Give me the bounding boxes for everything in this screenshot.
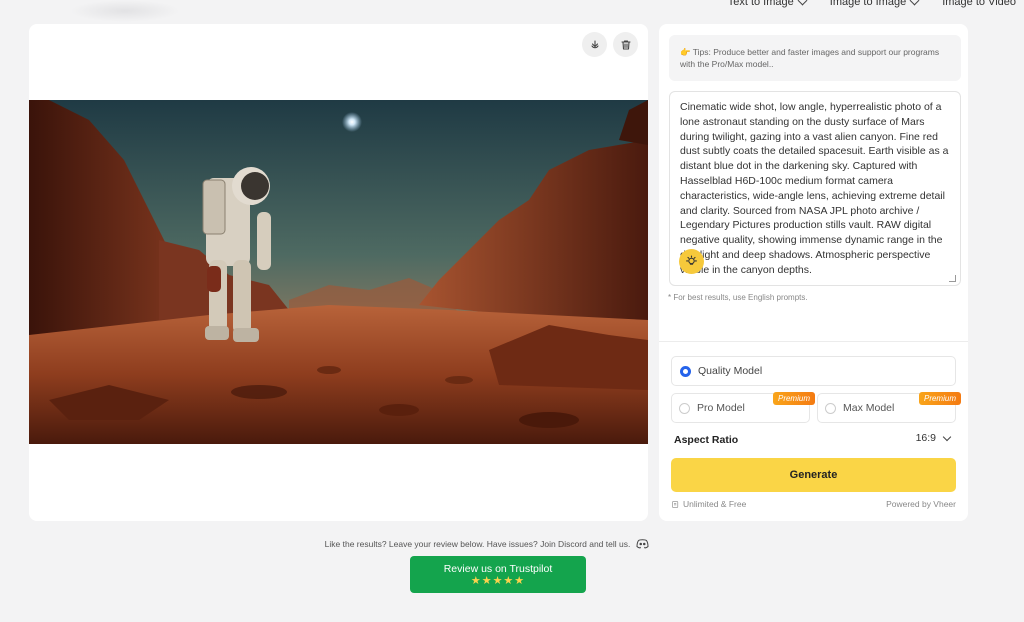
prompt-note: * For best results, use English prompts. xyxy=(668,293,808,302)
radio-icon xyxy=(825,402,836,414)
nav-image-to-image[interactable]: Image to Image xyxy=(829,0,920,8)
nav-text-to-image[interactable]: Text to Image xyxy=(727,0,808,8)
model-label: Max Model xyxy=(843,402,895,414)
trash-icon xyxy=(620,39,631,50)
resize-handle-icon[interactable] xyxy=(949,275,956,282)
enhance-prompt-button[interactable] xyxy=(679,249,704,274)
aspect-ratio-select[interactable]: 16:9 xyxy=(915,432,952,444)
radio-selected-icon xyxy=(680,365,691,377)
model-label: Pro Model xyxy=(697,402,745,414)
premium-badge: Premium xyxy=(772,392,815,405)
model-option-max[interactable]: Max Model Premium xyxy=(817,392,961,423)
model-option-pro[interactable]: Pro Model Premium xyxy=(671,392,815,423)
star-rating-icon: ★★★★★ xyxy=(470,575,526,587)
nav-image-to-video[interactable]: Image to Video xyxy=(942,0,1016,8)
trustpilot-label: Review us on Trustpilot xyxy=(443,563,553,575)
delete-button[interactable] xyxy=(613,32,638,57)
generated-image xyxy=(29,100,648,444)
prompt-section: 👉 Tips: Produce better and faster images… xyxy=(659,24,968,342)
chevron-down-icon xyxy=(797,0,808,5)
feedback-text: Like the results? Leave your review belo… xyxy=(324,538,631,549)
aspect-ratio-label: Aspect Ratio xyxy=(674,434,739,446)
settings-panel: 👉 Tips: Produce better and faster images… xyxy=(659,24,968,521)
lightbulb-icon xyxy=(686,255,697,265)
unlimited-free-note: Unlimited & Free xyxy=(671,499,746,509)
powered-by: Powered by Vheer xyxy=(886,499,956,509)
nav-label: Image to Video xyxy=(942,0,1016,8)
premium-badge: Premium xyxy=(918,392,961,405)
image-result-panel xyxy=(29,24,648,521)
chevron-down-icon xyxy=(942,432,952,441)
copy-icon xyxy=(672,500,679,508)
feedback-line: Like the results? Leave your review belo… xyxy=(0,538,1024,549)
footer-left-text: Unlimited & Free xyxy=(683,499,747,509)
model-label: Quality Model xyxy=(698,365,763,377)
chevron-down-icon xyxy=(909,0,920,5)
nav-label: Image to Image xyxy=(829,0,907,8)
nav-label: Text to Image xyxy=(727,0,794,8)
logo-placeholder xyxy=(70,0,180,22)
prompt-text: Cinematic wide shot, low angle, hyperrea… xyxy=(680,101,949,276)
download-button[interactable] xyxy=(582,32,607,57)
trustpilot-button[interactable]: Review us on Trustpilot ★★★★★ xyxy=(410,556,586,593)
radio-icon xyxy=(679,402,690,414)
model-option-quality[interactable]: Quality Model xyxy=(671,356,956,386)
generate-button[interactable]: Generate xyxy=(671,458,956,492)
top-nav: Text to Image Image to Image Image to Vi… xyxy=(728,0,1016,8)
prompt-textarea[interactable]: Cinematic wide shot, low angle, hyperrea… xyxy=(669,91,961,286)
aspect-ratio-value: 16:9 xyxy=(915,432,936,444)
discord-icon[interactable] xyxy=(636,538,649,549)
download-icon xyxy=(590,39,599,48)
tips-box: 👉 Tips: Produce better and faster images… xyxy=(669,35,961,81)
